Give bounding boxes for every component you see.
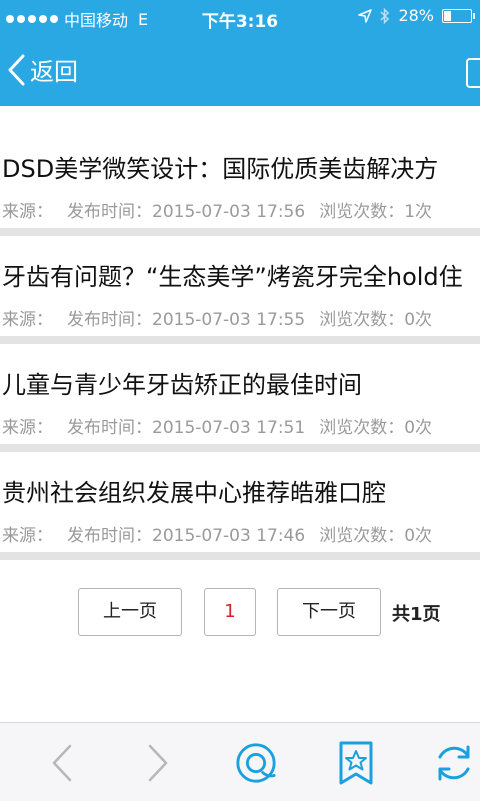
location-arrow-icon: [358, 8, 373, 23]
battery-icon: [442, 8, 475, 23]
current-page-button[interactable]: 1: [204, 588, 256, 636]
list-item[interactable]: 儿童与青少年牙齿矫正的最佳时间 来源： 发布时间：2015-07-03 17:51…: [0, 344, 480, 444]
article-meta: 来源： 发布时间：2015-07-03 17:51 浏览次数：0次: [2, 413, 432, 438]
browser-icon[interactable]: [234, 741, 278, 785]
article-time: 发布时间：2015-07-03 17:51: [67, 418, 306, 438]
article-meta: 来源： 发布时间：2015-07-03 17:55 浏览次数：0次: [2, 305, 432, 330]
article-source: 来源：: [2, 418, 53, 438]
prev-page-button[interactable]: 上一页: [78, 588, 182, 636]
article-source: 来源：: [2, 202, 53, 222]
article-time: 发布时间：2015-07-03 17:55: [67, 310, 306, 330]
divider: [0, 444, 480, 452]
back-label: 返回: [30, 58, 78, 86]
refresh-icon[interactable]: [432, 741, 476, 785]
status-bar: 中国移动 E 下午3:16 28%: [0, 0, 480, 34]
pagination: 上一页 1 下一页 共1页: [0, 588, 480, 638]
article-meta: 来源： 发布时间：2015-07-03 17:56 浏览次数：1次: [2, 197, 432, 222]
back-button[interactable]: 返回: [6, 52, 78, 87]
list-item[interactable]: DSD美学微笑设计：国际优质美齿解决方 来源： 发布时间：2015-07-03 1…: [0, 128, 480, 228]
forward-arrow-icon[interactable]: [136, 741, 180, 785]
article-list: DSD美学微笑设计：国际优质美齿解决方 来源： 发布时间：2015-07-03 1…: [0, 128, 480, 560]
divider: [0, 228, 480, 236]
list-item[interactable]: 牙齿有问题？“生态美学”烤瓷牙完全hold住 来源： 发布时间：2015-07-0…: [0, 236, 480, 336]
list-item[interactable]: 贵州社会组织发展中心推荐皓雅口腔 来源： 发布时间：2015-07-03 17:4…: [0, 452, 480, 552]
article-time: 发布时间：2015-07-03 17:56: [67, 202, 306, 222]
article-title: 儿童与青少年牙齿矫正的最佳时间: [2, 371, 362, 399]
article-views: 浏览次数：1次: [319, 202, 433, 222]
page-total: 共1页: [392, 604, 441, 625]
article-meta: 来源： 发布时间：2015-07-03 17:46 浏览次数：0次: [2, 521, 432, 546]
article-title: DSD美学微笑设计：国际优质美齿解决方: [2, 155, 439, 183]
next-page-button[interactable]: 下一页: [277, 588, 381, 636]
article-views: 浏览次数：0次: [319, 310, 433, 330]
divider: [0, 552, 480, 560]
article-views: 浏览次数：0次: [319, 418, 433, 438]
article-title: 牙齿有问题？“生态美学”烤瓷牙完全hold住: [2, 263, 463, 291]
article-source: 来源：: [2, 310, 53, 330]
compose-button[interactable]: [466, 58, 480, 88]
chevron-left-icon: [8, 54, 25, 85]
back-arrow-icon[interactable]: [40, 741, 84, 785]
bookmark-star-icon[interactable]: [334, 741, 378, 785]
article-time: 发布时间：2015-07-03 17:46: [67, 526, 306, 546]
article-views: 浏览次数：0次: [319, 526, 433, 546]
divider: [0, 336, 480, 344]
battery-percent: 28%: [398, 6, 434, 25]
navigation-bar: 返回: [0, 34, 480, 106]
browser-toolbar: [0, 722, 480, 801]
article-title: 贵州社会组织发展中心推荐皓雅口腔: [2, 479, 386, 507]
bluetooth-icon: [380, 7, 390, 24]
article-source: 来源：: [2, 526, 53, 546]
